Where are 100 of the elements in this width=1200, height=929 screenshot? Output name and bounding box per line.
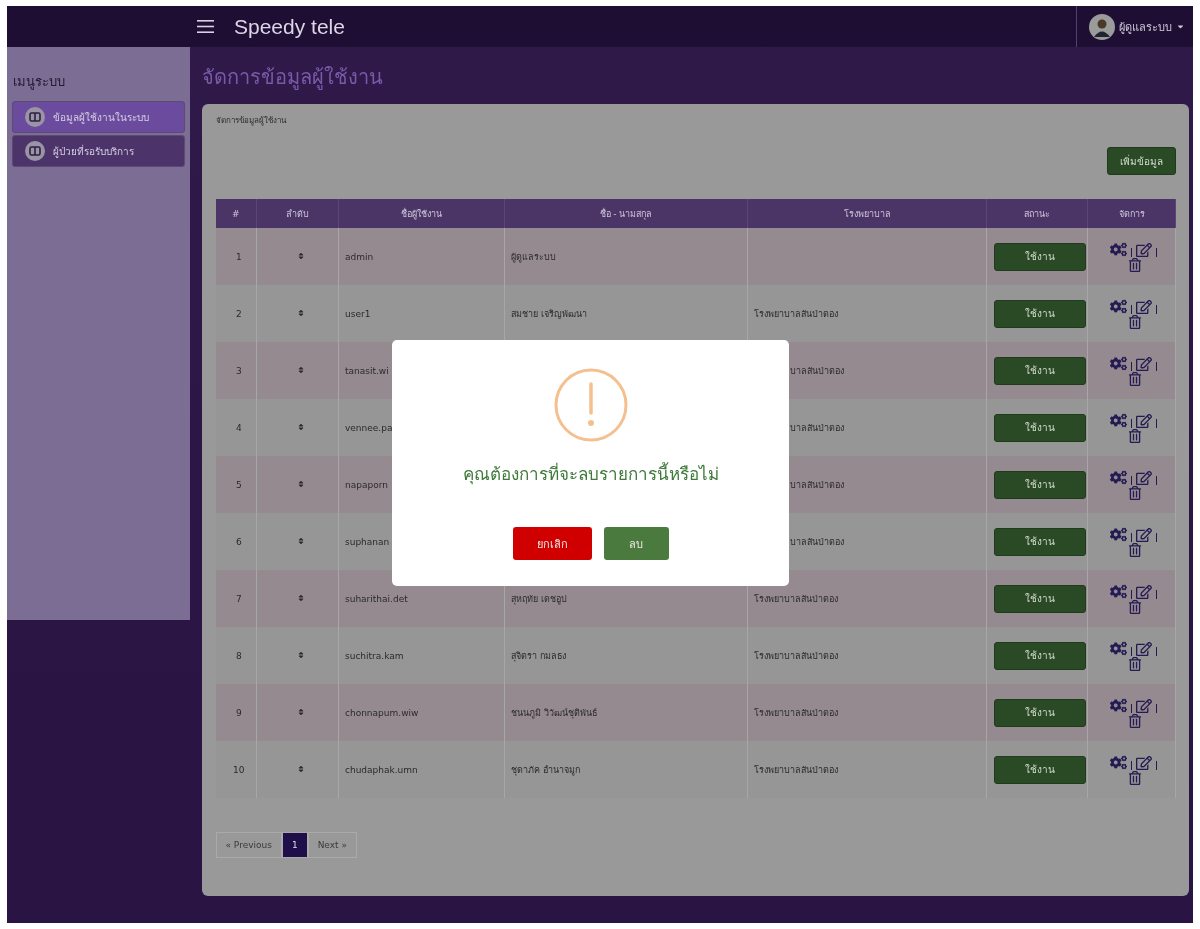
- status-button[interactable]: ใช้งาน: [994, 470, 1086, 499]
- trash-icon[interactable]: [1127, 600, 1142, 614]
- columns-icon: [29, 146, 41, 156]
- sort-icon[interactable]: [296, 365, 305, 374]
- page-link[interactable]: Next »: [307, 832, 357, 858]
- table-cell: ผู้ดูแลระบบ: [511, 251, 556, 262]
- status-button[interactable]: ใช้งาน: [994, 755, 1086, 784]
- settings-icon[interactable]: [1110, 298, 1127, 315]
- cancel-button[interactable]: ยกเลิก: [512, 527, 592, 560]
- avatar-icon: [1089, 13, 1115, 40]
- table-cell: บาลสันป่าตอง: [790, 536, 844, 547]
- sort-icon[interactable]: [296, 593, 305, 602]
- user-menu[interactable]: ผู้ดูแลระบบ: [1119, 17, 1172, 36]
- sidebar-title: เมนูระบบ: [13, 73, 66, 92]
- table-cell: โรงพยาบาลสันป่าตอง: [754, 707, 838, 718]
- table-cell: vennee.pa: [345, 422, 393, 433]
- settings-icon[interactable]: [1110, 355, 1127, 372]
- column-header: ชื่อ - นามสกุล: [504, 199, 748, 228]
- table-cell: suphanan: [345, 536, 390, 547]
- sort-icon[interactable]: [296, 308, 305, 317]
- table-cell: chonnapum.wiw: [345, 707, 419, 718]
- edit-icon[interactable]: [1136, 355, 1152, 372]
- app-title: Speedy tele: [234, 14, 345, 39]
- table-cell: admin: [345, 251, 374, 262]
- columns-icon: [29, 112, 41, 122]
- sidebar-item[interactable]: ข้อมูลผู้ใช้งานในระบบ: [12, 101, 185, 133]
- table-cell: napaporn: [345, 479, 388, 490]
- table-cell: suchitra.kam: [345, 650, 404, 661]
- settings-icon[interactable]: [1110, 697, 1127, 714]
- warning-icon: [553, 368, 628, 442]
- table-cell: สุจิตรา กมลธง: [511, 650, 566, 661]
- settings-icon[interactable]: [1110, 469, 1127, 486]
- page-link[interactable]: « Previous: [215, 832, 282, 858]
- trash-icon[interactable]: [1127, 771, 1142, 785]
- status-button[interactable]: ใช้งาน: [994, 698, 1086, 727]
- edit-icon[interactable]: [1136, 241, 1152, 258]
- sort-icon[interactable]: [296, 251, 305, 260]
- status-button[interactable]: ใช้งาน: [994, 413, 1086, 442]
- edit-icon[interactable]: [1136, 583, 1152, 600]
- column-header: #: [215, 199, 257, 228]
- sort-icon[interactable]: [296, 536, 305, 545]
- sidebar-item[interactable]: ผู้ป่วยที่รอรับบริการ: [12, 135, 185, 167]
- edit-icon[interactable]: [1136, 754, 1152, 771]
- table-cell: บาลสันป่าตอง: [790, 365, 844, 376]
- table-cell: suharithai.det: [345, 593, 408, 604]
- trash-icon[interactable]: [1127, 315, 1142, 329]
- breadcrumb: จัดการข้อมูลผู้ใช้งาน: [215, 115, 287, 127]
- edit-icon[interactable]: [1136, 697, 1152, 714]
- column-header: จัดการ: [1087, 199, 1176, 228]
- edit-icon[interactable]: [1136, 412, 1152, 429]
- status-button[interactable]: ใช้งาน: [994, 584, 1086, 613]
- trash-icon[interactable]: [1127, 714, 1142, 728]
- page-title: จัดการข้อมูลผู้ใช้งาน: [201, 64, 384, 92]
- table-cell: โรงพยาบาลสันป่าตอง: [754, 764, 838, 775]
- column-header: สถานะ: [986, 199, 1088, 228]
- settings-icon[interactable]: [1110, 640, 1127, 657]
- settings-icon[interactable]: [1110, 412, 1127, 429]
- table-cell: บาลสันป่าตอง: [790, 422, 844, 433]
- trash-icon[interactable]: [1127, 486, 1142, 500]
- settings-icon[interactable]: [1110, 583, 1127, 600]
- column-header: โรงพยาบาล: [747, 199, 987, 228]
- settings-icon[interactable]: [1110, 241, 1127, 258]
- menu-icon[interactable]: [197, 20, 214, 33]
- status-button[interactable]: ใช้งาน: [994, 242, 1086, 271]
- page-link[interactable]: 1: [281, 832, 308, 858]
- trash-icon[interactable]: [1127, 258, 1142, 272]
- table-cell: โรงพยาบาลสันป่าตอง: [754, 650, 838, 661]
- table-cell: user1: [345, 308, 371, 319]
- edit-icon[interactable]: [1136, 298, 1152, 315]
- column-header: ชื่อผู้ใช้งาน: [338, 199, 505, 228]
- edit-icon[interactable]: [1136, 469, 1152, 486]
- table-cell: สุหฤทัย เดชอูป: [511, 593, 567, 604]
- column-header: ลำดับ: [256, 199, 339, 228]
- edit-icon[interactable]: [1136, 640, 1152, 657]
- table-cell: สมชาย เจริญพัฒนา: [511, 308, 587, 319]
- table-cell: บาลสันป่าตอง: [790, 479, 844, 490]
- edit-icon[interactable]: [1136, 526, 1152, 543]
- table-cell: โรงพยาบาลสันป่าตอง: [754, 593, 838, 604]
- trash-icon[interactable]: [1127, 657, 1142, 671]
- sort-icon[interactable]: [296, 479, 305, 488]
- settings-icon[interactable]: [1110, 754, 1127, 771]
- sort-icon[interactable]: [296, 422, 305, 431]
- table-cell: ชนนภูมิ วิวัฒน์ชุติพันธ์: [511, 707, 597, 718]
- status-button[interactable]: ใช้งาน: [994, 299, 1086, 328]
- status-button[interactable]: ใช้งาน: [994, 641, 1086, 670]
- trash-icon[interactable]: [1127, 429, 1142, 443]
- caret-icon[interactable]: [1176, 22, 1185, 31]
- settings-icon[interactable]: [1110, 526, 1127, 543]
- table-cell: chudaphak.umn: [345, 764, 418, 775]
- sort-icon[interactable]: [296, 650, 305, 659]
- sort-icon[interactable]: [296, 764, 305, 773]
- add-button[interactable]: เพิ่มข้อมูล: [1107, 147, 1176, 175]
- status-button[interactable]: ใช้งาน: [994, 356, 1086, 385]
- trash-icon[interactable]: [1127, 543, 1142, 557]
- status-button[interactable]: ใช้งาน: [994, 527, 1086, 556]
- dialog-message: คุณต้องการที่จะลบรายการนี้หรือไม่: [462, 461, 719, 487]
- table-cell: โรงพยาบาลสันป่าตอง: [754, 308, 838, 319]
- delete-button[interactable]: ลบ: [603, 527, 669, 560]
- trash-icon[interactable]: [1127, 372, 1142, 386]
- sort-icon[interactable]: [296, 707, 305, 716]
